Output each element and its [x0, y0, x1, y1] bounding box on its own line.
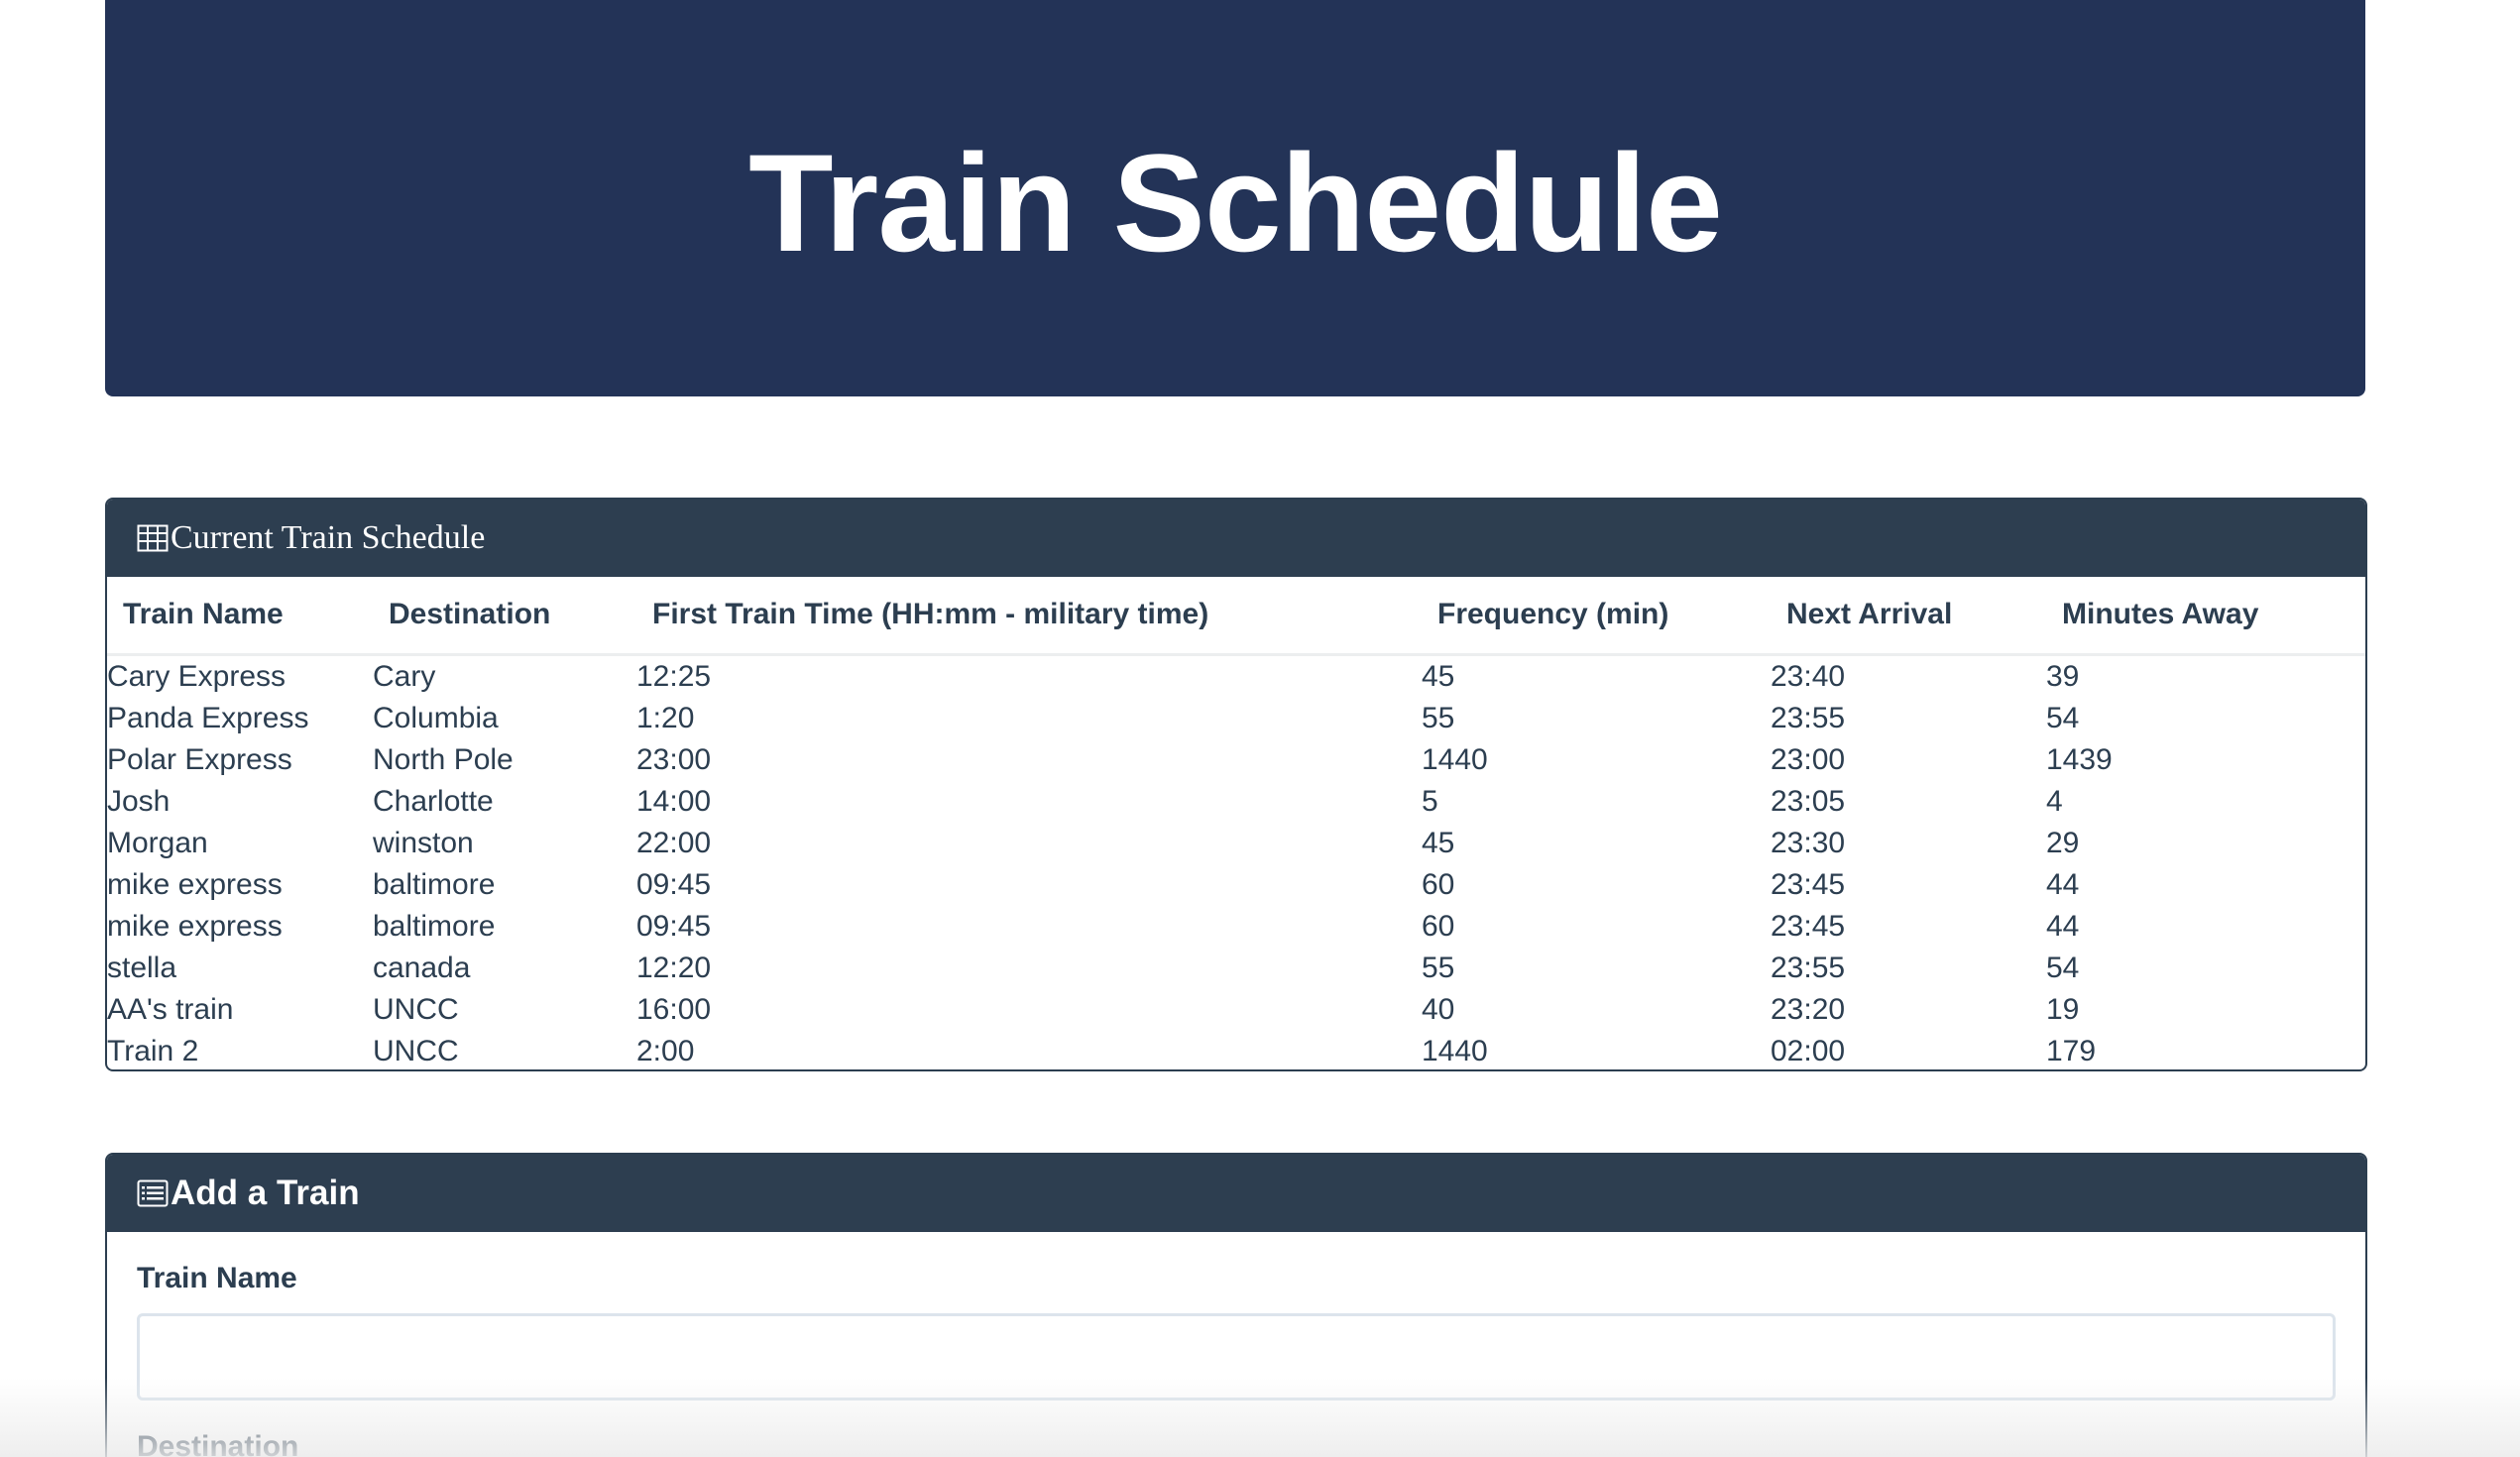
add-train-panel: Add a Train Train Name Destination — [105, 1153, 2367, 1457]
frequency-cell: 60 — [1422, 867, 1455, 901]
table-row: Train 2 UNCC 2:00 1440 02:00 179 — [107, 1031, 2365, 1070]
frequency-cell: 45 — [1422, 826, 1455, 859]
train-name-cell: Panda Express — [107, 701, 309, 734]
next-arrival-cell: 23:05 — [1771, 784, 1846, 818]
table-row: Morgan winston 22:00 45 23:30 29 — [107, 823, 2365, 864]
frequency-cell: 5 — [1422, 784, 1438, 818]
table-row: mike express baltimore 09:45 60 23:45 44 — [107, 864, 2365, 906]
column-header: Frequency (min) — [1422, 577, 1771, 656]
minutes-away-cell: 29 — [2046, 826, 2080, 859]
first-train-time-cell: 14:00 — [636, 784, 712, 818]
destination-cell: Columbia — [373, 701, 499, 734]
table-icon — [137, 524, 169, 552]
destination-cell: North Pole — [373, 742, 514, 776]
frequency-cell: 55 — [1422, 951, 1455, 984]
table-row: mike express baltimore 09:45 60 23:45 44 — [107, 906, 2365, 948]
first-train-time-cell: 09:45 — [636, 909, 712, 943]
column-header: First Train Time (HH:mm - military time) — [636, 577, 1422, 656]
minutes-away-cell: 44 — [2046, 867, 2080, 901]
first-train-time-cell: 16:00 — [636, 992, 712, 1026]
column-header: Minutes Away — [2046, 577, 2365, 656]
add-train-panel-heading: Add a Train — [107, 1155, 2365, 1232]
frequency-cell: 40 — [1422, 992, 1455, 1026]
destination-cell: Charlotte — [373, 784, 494, 818]
header-banner: Train Schedule — [105, 0, 2365, 396]
destination-cell: baltimore — [373, 867, 496, 901]
page-title: Train Schedule — [748, 125, 1723, 280]
schedule-table: Train Name Destination First Train Time … — [107, 577, 2365, 1070]
frequency-cell: 45 — [1422, 659, 1455, 693]
frequency-cell: 60 — [1422, 909, 1455, 943]
train-name-cell: Polar Express — [107, 742, 292, 776]
train-name-input[interactable] — [137, 1313, 2336, 1401]
train-name-cell: Josh — [107, 784, 171, 818]
column-header: Next Arrival — [1771, 577, 2046, 656]
next-arrival-cell: 23:55 — [1771, 701, 1846, 734]
next-arrival-cell: 02:00 — [1771, 1034, 1846, 1067]
first-train-time-cell: 2:00 — [636, 1034, 695, 1067]
next-arrival-cell: 23:20 — [1771, 992, 1846, 1026]
minutes-away-cell: 44 — [2046, 909, 2080, 943]
minutes-away-cell: 54 — [2046, 701, 2080, 734]
frequency-cell: 1440 — [1422, 742, 1488, 776]
minutes-away-cell: 19 — [2046, 992, 2080, 1026]
add-train-form: Train Name Destination — [107, 1232, 2365, 1457]
next-arrival-cell: 23:00 — [1771, 742, 1846, 776]
column-header: Train Name — [107, 577, 373, 656]
add-train-panel-title: Add a Train — [171, 1174, 360, 1212]
train-name-label: Train Name — [137, 1262, 297, 1294]
table-row: Panda Express Columbia 1:20 55 23:55 54 — [107, 698, 2365, 739]
destination-cell: UNCC — [373, 1034, 459, 1067]
first-train-time-cell: 09:45 — [636, 867, 712, 901]
first-train-time-cell: 1:20 — [636, 701, 695, 734]
table-row: Cary Express Cary 12:25 45 23:40 39 — [107, 654, 2365, 698]
first-train-time-cell: 23:00 — [636, 742, 712, 776]
frequency-cell: 1440 — [1422, 1034, 1488, 1067]
first-train-time-cell: 12:20 — [636, 951, 712, 984]
first-train-time-cell: 12:25 — [636, 659, 712, 693]
list-alt-icon — [137, 1179, 169, 1207]
minutes-away-cell: 179 — [2046, 1034, 2097, 1067]
next-arrival-cell: 23:40 — [1771, 659, 1846, 693]
frequency-cell: 55 — [1422, 701, 1455, 734]
destination-cell: canada — [373, 951, 471, 984]
next-arrival-cell: 23:45 — [1771, 909, 1846, 943]
next-arrival-cell: 23:55 — [1771, 951, 1846, 984]
minutes-away-cell: 54 — [2046, 951, 2080, 984]
train-name-cell: Train 2 — [107, 1034, 199, 1067]
next-arrival-cell: 23:30 — [1771, 826, 1846, 859]
next-arrival-cell: 23:45 — [1771, 867, 1846, 901]
schedule-panel-heading: Current Train Schedule — [107, 500, 2365, 577]
train-name-cell: mike express — [107, 867, 283, 901]
table-row: Josh Charlotte 14:00 5 23:05 4 — [107, 781, 2365, 823]
destination-cell: Cary — [373, 659, 436, 693]
destination-cell: baltimore — [373, 909, 496, 943]
schedule-table-body: Cary Express Cary 12:25 45 23:40 39 Pand… — [107, 654, 2365, 1070]
train-name-cell: mike express — [107, 909, 283, 943]
train-name-cell: Cary Express — [107, 659, 286, 693]
minutes-away-cell: 39 — [2046, 659, 2080, 693]
schedule-panel-title: Current Train Schedule — [171, 519, 486, 556]
train-name-cell: Morgan — [107, 826, 208, 859]
first-train-time-cell: 22:00 — [636, 826, 712, 859]
schedule-panel: Current Train Schedule Train Name Destin… — [105, 498, 2367, 1071]
column-header: Destination — [373, 577, 636, 656]
table-row: stella canada 12:20 55 23:55 54 — [107, 948, 2365, 989]
table-row: Polar Express North Pole 23:00 1440 23:0… — [107, 739, 2365, 781]
table-row: AA's train UNCC 16:00 40 23:20 19 — [107, 989, 2365, 1031]
minutes-away-cell: 1439 — [2046, 742, 2113, 776]
page: Train Schedule Current Train Schedule Tr… — [0, 0, 2520, 1457]
destination-cell: UNCC — [373, 992, 459, 1026]
destination-label: Destination — [137, 1430, 299, 1457]
train-name-cell: AA's train — [107, 992, 234, 1026]
destination-cell: winston — [373, 826, 474, 859]
minutes-away-cell: 4 — [2046, 784, 2063, 818]
train-name-cell: stella — [107, 951, 177, 984]
table-header-row: Train Name Destination First Train Time … — [107, 577, 2365, 656]
